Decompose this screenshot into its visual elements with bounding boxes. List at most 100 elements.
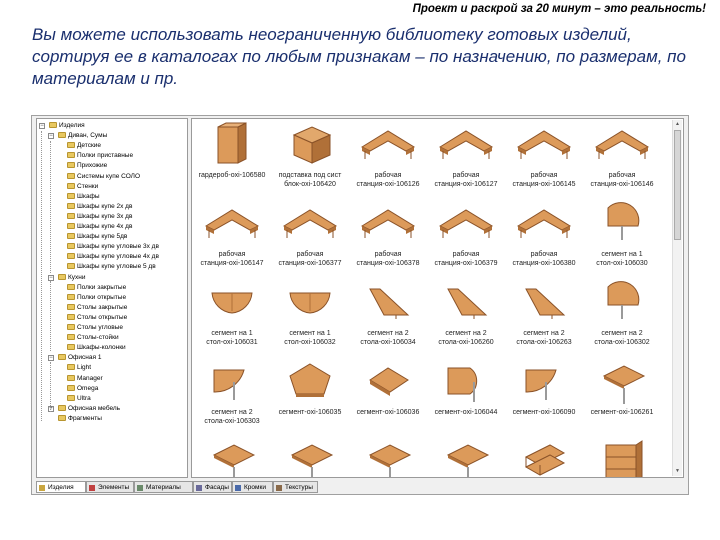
tree-item[interactable]: Light bbox=[67, 363, 91, 373]
catalog-item[interactable]: сегмент на 1 стол-oxi-106032 bbox=[272, 279, 348, 357]
folder-icon bbox=[67, 364, 75, 371]
folder-icon bbox=[67, 172, 75, 179]
furniture-thumbnail-icon bbox=[594, 130, 650, 159]
catalog-item[interactable]: сегмент на 2 стола-oxi-106263 bbox=[506, 279, 582, 357]
tab-1[interactable]: Элементы bbox=[86, 481, 134, 493]
catalog-item[interactable]: сегмент-oxi-106036 bbox=[350, 358, 426, 436]
scroll-up-icon[interactable]: ▲ bbox=[674, 121, 681, 128]
catalog-item[interactable]: рабочая станция-oxi-106145 bbox=[506, 121, 582, 199]
tree-item[interactable]: Прихожие bbox=[67, 161, 107, 171]
tree-item[interactable]: Стенки bbox=[67, 182, 98, 192]
catalog-item[interactable] bbox=[350, 437, 426, 477]
tree-item[interactable]: Omega bbox=[67, 384, 98, 394]
item-caption: стол-oxi-106031 bbox=[206, 339, 258, 346]
catalog-item[interactable]: рабочая станция-oxi-106380 bbox=[506, 200, 582, 278]
tab-5[interactable]: Текстуры bbox=[273, 481, 318, 493]
catalog-item[interactable]: сегмент на 1 стол-oxi-106031 bbox=[194, 279, 270, 357]
tree-item[interactable]: Полки приставные bbox=[67, 151, 133, 161]
tree-item[interactable]: Диван, Сумы bbox=[58, 131, 107, 141]
furniture-thumbnail-icon bbox=[607, 202, 640, 240]
tree-item[interactable]: Шкафы bbox=[67, 192, 100, 202]
catalog-item[interactable]: рабочая станция-oxi-106147 bbox=[194, 200, 270, 278]
catalog-item[interactable] bbox=[506, 437, 582, 477]
folder-icon bbox=[67, 182, 75, 189]
collapse-icon[interactable]: − bbox=[48, 355, 54, 362]
item-caption: стол-oxi-106032 bbox=[284, 339, 336, 346]
catalog-item[interactable]: сегмент-oxi-106090 bbox=[506, 358, 582, 436]
catalog-item[interactable]: сегмент на 1 стол-oxi-106030 bbox=[584, 200, 660, 278]
collapse-icon[interactable]: − bbox=[48, 133, 54, 140]
tree-item[interactable]: Шкафы купе угловые 4х дв bbox=[67, 252, 159, 262]
furniture-thumbnail-icon bbox=[524, 444, 566, 476]
furniture-thumbnail-icon bbox=[204, 209, 260, 238]
catalog-item[interactable]: гардероб-oxi-106580 bbox=[194, 121, 270, 199]
tree-item[interactable]: Детские bbox=[67, 141, 101, 151]
furniture-thumbnail-icon bbox=[447, 367, 478, 402]
tab-4[interactable]: Кромки bbox=[232, 481, 273, 493]
catalog-item[interactable]: сегмент на 2 стола-oxi-106034 bbox=[350, 279, 426, 357]
tree-item[interactable]: Полки открытые bbox=[67, 293, 126, 303]
tree-item[interactable]: Шкафы купе угловые 3х дв bbox=[67, 242, 159, 252]
tree-item[interactable]: Шкафы купе 4х дв bbox=[67, 222, 132, 232]
tree-item[interactable]: Офисная 1 bbox=[58, 353, 101, 363]
item-caption: сегмент на 2 bbox=[445, 330, 487, 337]
catalog-item[interactable]: рабочая станция-oxi-106378 bbox=[350, 200, 426, 278]
collapse-icon[interactable]: − bbox=[48, 274, 54, 281]
tree-item[interactable]: Офисная мебель bbox=[58, 404, 120, 414]
folder-icon bbox=[67, 283, 75, 290]
tree-item[interactable]: Шкафы купе угловые 5 дв bbox=[67, 262, 156, 272]
tree-item[interactable]: Ultra bbox=[67, 394, 91, 404]
item-caption: станция-oxi-106147 bbox=[200, 260, 264, 267]
tab-label: Материалы bbox=[146, 484, 181, 491]
catalog-item[interactable]: рабочая станция-oxi-106126 bbox=[350, 121, 426, 199]
catalog-item[interactable]: рабочая станция-oxi-106377 bbox=[272, 200, 348, 278]
tree-item[interactable]: Шкафы купе 5дв bbox=[67, 232, 127, 242]
tree-item[interactable]: Шкафы-колонки bbox=[67, 343, 126, 353]
tree-item-label: Прихожие bbox=[77, 162, 108, 170]
tree-item[interactable]: Столы закрытые bbox=[67, 303, 127, 313]
tree-item[interactable]: Полки закрытые bbox=[67, 283, 126, 293]
catalog-item[interactable]: рабочая станция-oxi-106127 bbox=[428, 121, 504, 199]
catalog-item[interactable]: сегмент-oxi-106261 bbox=[584, 358, 660, 436]
catalog-item[interactable]: рабочая станция-oxi-106146 bbox=[584, 121, 660, 199]
item-caption: стола-oxi-106260 bbox=[438, 339, 494, 346]
catalog-item[interactable] bbox=[584, 437, 660, 477]
item-caption: рабочая bbox=[530, 172, 558, 179]
scrollbar-thumb[interactable] bbox=[674, 130, 681, 240]
folder-icon bbox=[58, 354, 66, 361]
tree-item[interactable]: Шкафы купе 3х дв bbox=[67, 212, 132, 222]
catalog-item[interactable]: подставка под сист блок-oxi-106420 bbox=[272, 121, 348, 199]
tab-3[interactable]: Фасады bbox=[193, 481, 232, 493]
catalog-item[interactable]: сегмент-oxi-106044 bbox=[428, 358, 504, 436]
tree-item-label: Столы-стойки bbox=[77, 334, 119, 342]
tab-0[interactable]: Изделия bbox=[36, 481, 86, 493]
tree-item[interactable]: Кухни bbox=[58, 273, 86, 283]
catalog-item[interactable]: сегмент на 2 стола-oxi-106303 bbox=[194, 358, 270, 436]
tree-item[interactable]: Изделия bbox=[49, 121, 85, 131]
catalog-item[interactable]: сегмент на 2 стола-oxi-106260 bbox=[428, 279, 504, 357]
tree-item[interactable]: Manager bbox=[67, 374, 103, 384]
catalog-item[interactable]: рабочая станция-oxi-106379 bbox=[428, 200, 504, 278]
vertical-scrollbar[interactable]: ▲ ▼ bbox=[672, 120, 682, 476]
expand-icon[interactable]: + bbox=[48, 405, 54, 412]
tree-item[interactable]: Столы-стойки bbox=[67, 333, 119, 343]
tree-item-label: Офисная мебель bbox=[68, 404, 121, 412]
catalog-item[interactable]: сегмент на 2 стола-oxi-106302 bbox=[584, 279, 660, 357]
furniture-thumbnail-icon bbox=[369, 288, 410, 319]
catalog-item[interactable] bbox=[194, 437, 270, 477]
tree-item[interactable]: Столы угловые bbox=[67, 323, 123, 333]
item-caption: рабочая bbox=[530, 251, 558, 258]
catalog-item[interactable] bbox=[428, 437, 504, 477]
tree-item[interactable]: Фрагменты bbox=[58, 414, 102, 424]
collapse-icon[interactable]: − bbox=[39, 123, 45, 129]
catalog-item[interactable]: сегмент-oxi-106035 bbox=[272, 358, 348, 436]
tree-item[interactable]: Столы открытые bbox=[67, 313, 127, 323]
tree-item[interactable]: Шкафы купе 2х дв bbox=[67, 202, 132, 212]
tab-2[interactable]: Материалы bbox=[134, 481, 193, 493]
tree-item-label: Полки приставные bbox=[77, 152, 134, 160]
tree-item[interactable]: Системы купе СОЛО bbox=[67, 172, 140, 182]
furniture-thumbnail-icon bbox=[602, 365, 646, 404]
scroll-down-icon[interactable]: ▼ bbox=[674, 468, 681, 475]
catalog-item[interactable] bbox=[272, 437, 348, 477]
edge-icon bbox=[235, 485, 241, 491]
